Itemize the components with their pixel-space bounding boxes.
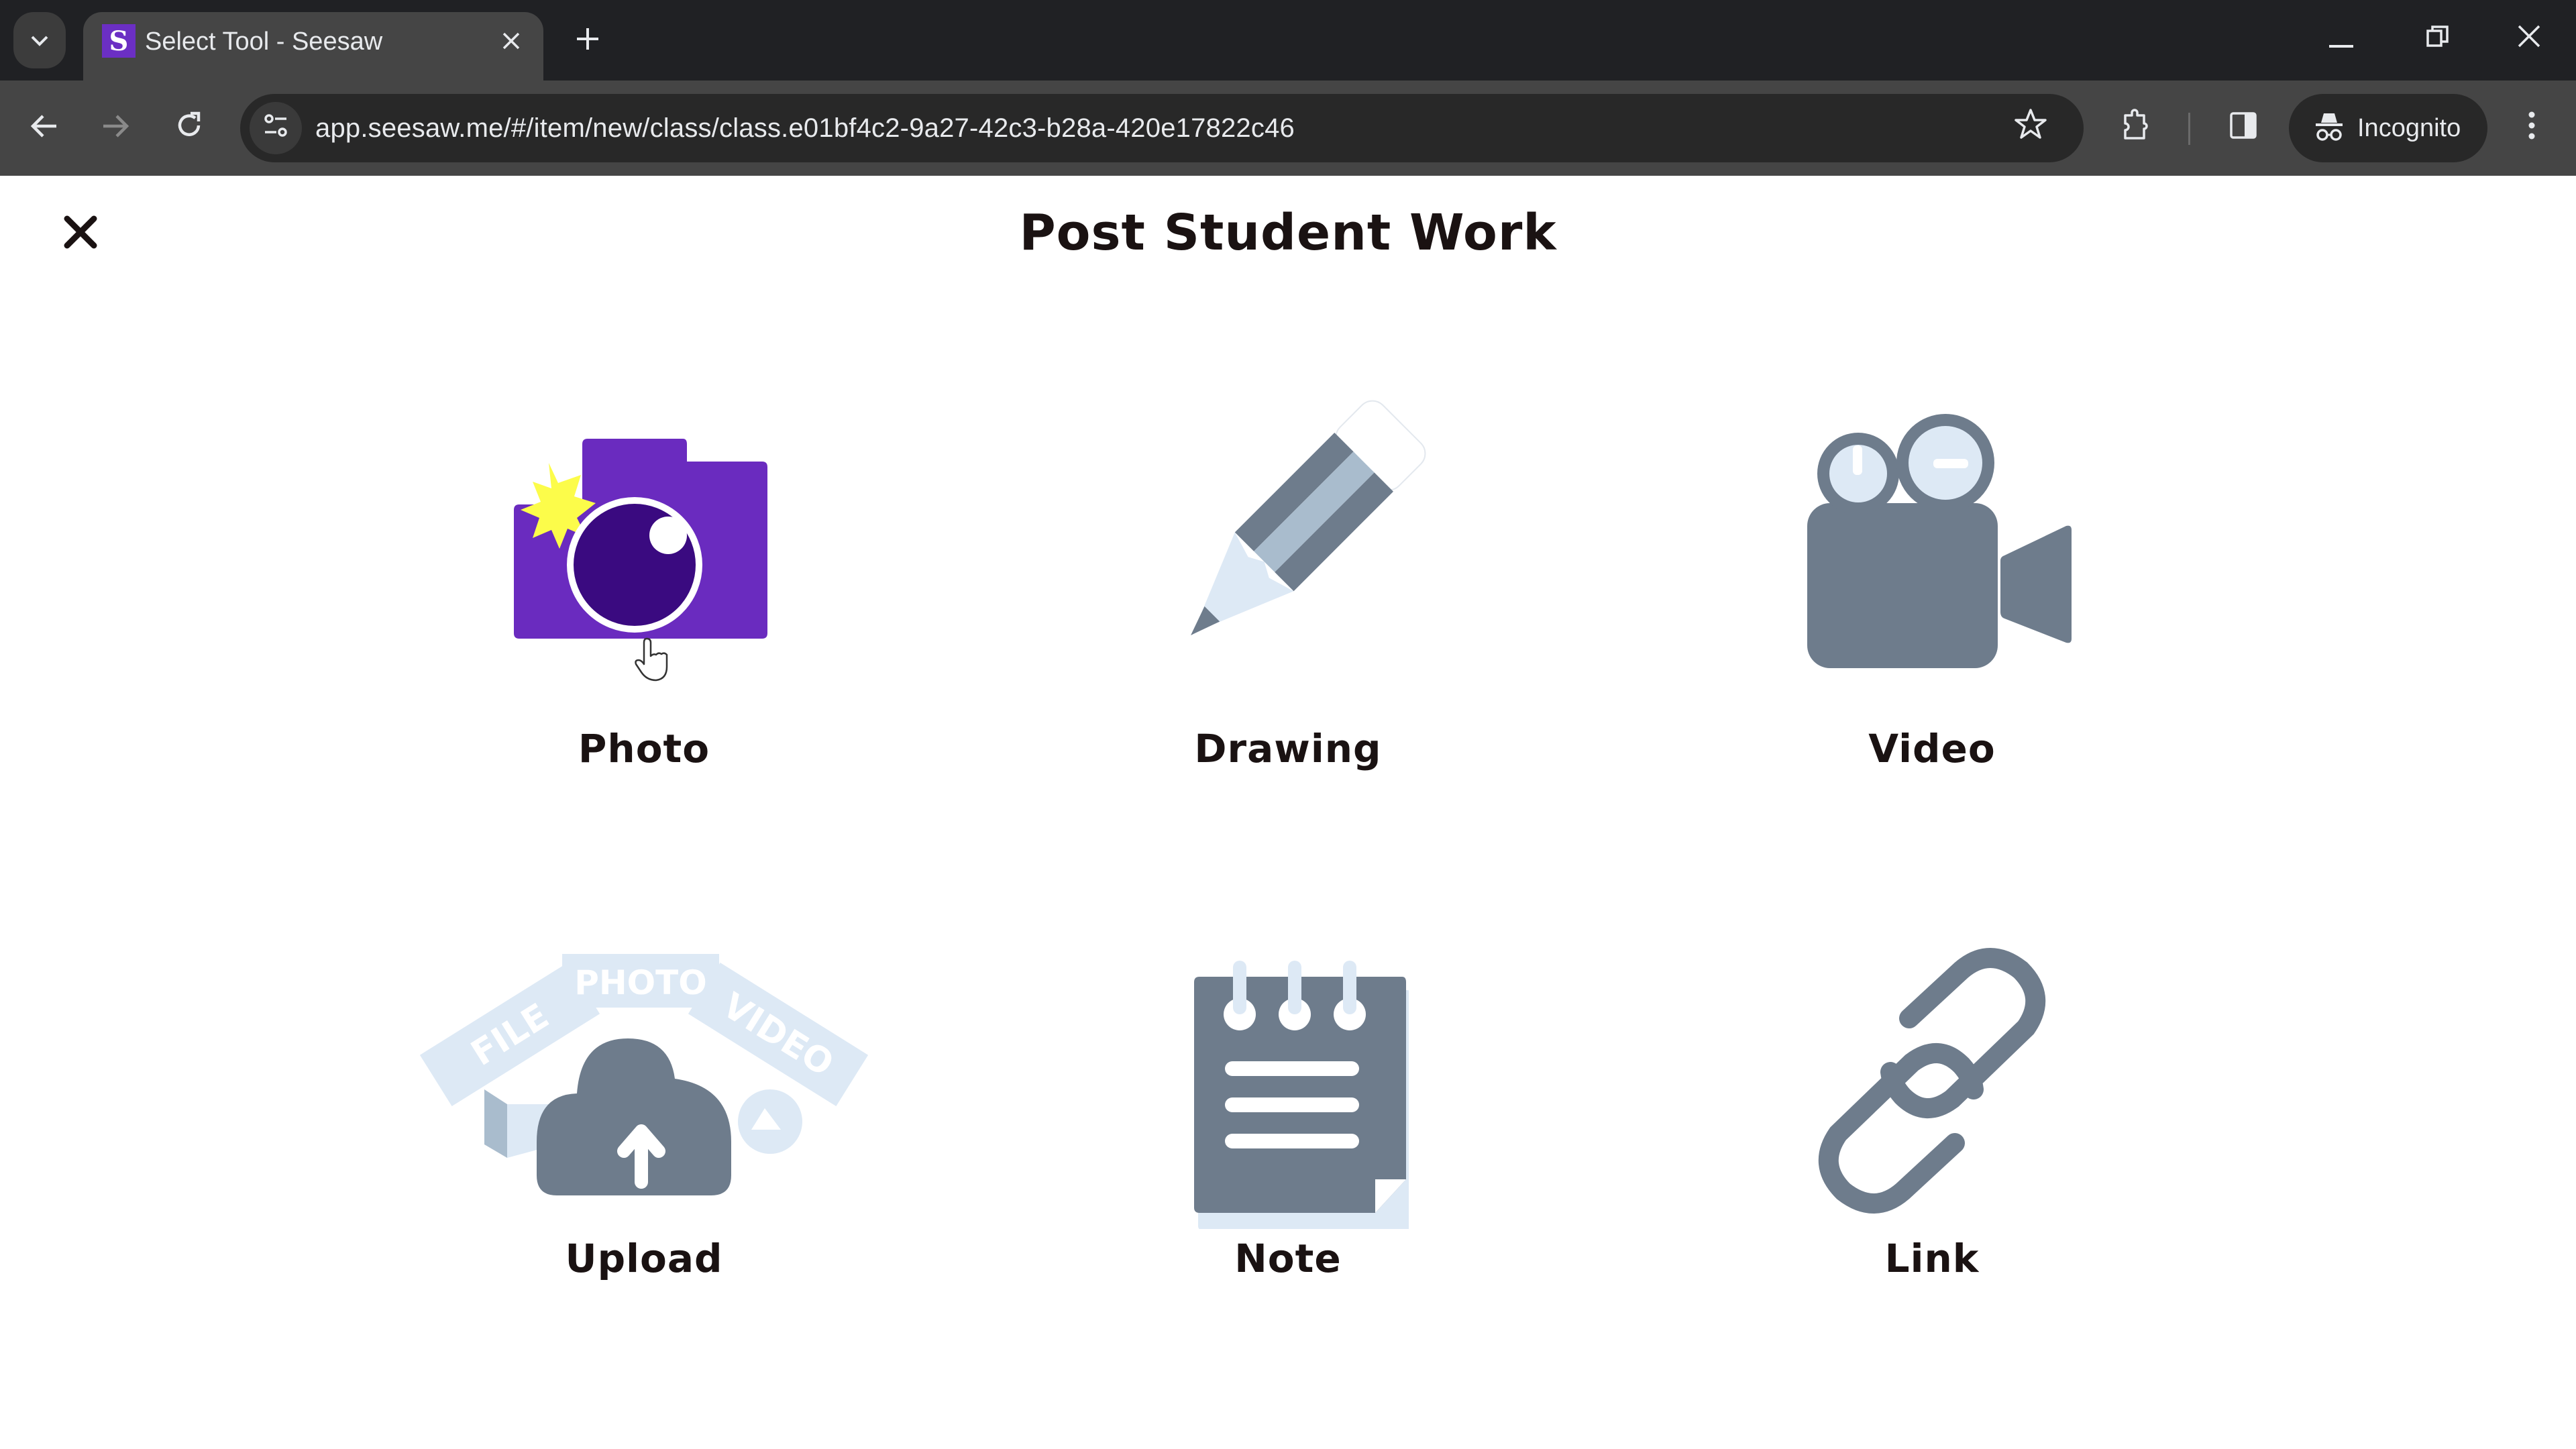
video-camera-icon	[1664, 364, 2200, 712]
tool-link[interactable]: Link	[1664, 914, 2200, 1383]
tool-label: Upload	[565, 1236, 723, 1281]
link-icon	[1664, 914, 2200, 1263]
tune-icon	[262, 112, 289, 144]
tool-drawing[interactable]: Drawing	[1020, 364, 1556, 833]
tool-note[interactable]: Note	[1020, 914, 1556, 1383]
forward-button[interactable]	[90, 103, 141, 154]
tool-video[interactable]: Video	[1664, 364, 2200, 833]
star-icon	[2014, 107, 2047, 149]
minimize-icon	[2329, 24, 2353, 55]
tool-upload[interactable]: FILE PHOTO VIDEO Upload	[376, 914, 912, 1383]
camera-icon	[376, 364, 912, 712]
browser-menu-button[interactable]	[2506, 103, 2557, 154]
window-close-button[interactable]	[2496, 9, 2563, 70]
puzzle-icon	[2121, 108, 2151, 150]
tool-label: Drawing	[1194, 726, 1382, 771]
address-bar[interactable]: app.seesaw.me/#/item/new/class/class.e01…	[240, 94, 2084, 162]
site-info-button[interactable]	[250, 102, 302, 154]
chevron-down-icon	[30, 27, 50, 54]
tool-label: Link	[1884, 1236, 1980, 1281]
toolbar-divider	[2188, 113, 2190, 145]
tool-photo[interactable]: Photo	[376, 364, 912, 833]
tab-close-button[interactable]	[491, 21, 531, 62]
browser-title-bar: S Select Tool - Seesaw	[0, 0, 2576, 80]
close-icon	[502, 26, 521, 57]
restore-button[interactable]	[2404, 9, 2471, 70]
minimize-button[interactable]	[2308, 9, 2375, 70]
reload-button[interactable]	[164, 103, 215, 154]
arrow-right-icon	[101, 111, 130, 147]
restore-icon	[2426, 24, 2450, 55]
badge-photo: PHOTO	[574, 963, 707, 1002]
side-panel-icon	[2229, 111, 2258, 148]
tab-title: Select Tool - Seesaw	[145, 28, 383, 56]
plus-icon	[574, 16, 601, 62]
incognito-label: Incognito	[2357, 113, 2461, 142]
seesaw-favicon-icon: S	[102, 24, 136, 58]
cloud-upload-icon: FILE PHOTO VIDEO	[376, 914, 912, 1263]
post-student-work-page: Post Student Work Photo Drawing Video FI…	[0, 176, 2576, 1449]
bookmark-button[interactable]	[2004, 102, 2057, 154]
tool-label: Note	[1234, 1236, 1342, 1281]
back-button[interactable]	[19, 103, 70, 154]
reload-icon	[174, 111, 204, 148]
page-title: Post Student Work	[1019, 204, 1557, 262]
tab-search-button[interactable]	[13, 12, 66, 68]
extensions-button[interactable]	[2110, 103, 2161, 154]
browser-tab[interactable]: S Select Tool - Seesaw	[83, 12, 543, 80]
close-icon	[2517, 24, 2541, 55]
tool-label: Photo	[578, 726, 710, 771]
side-panel-button[interactable]	[2218, 103, 2269, 154]
arrow-left-icon	[30, 111, 59, 147]
kebab-menu-icon	[2528, 111, 2536, 148]
incognito-icon	[2313, 111, 2345, 146]
new-tab-button[interactable]	[564, 15, 612, 63]
pencil-icon	[1020, 364, 1556, 712]
incognito-indicator[interactable]: Incognito	[2289, 94, 2487, 162]
notepad-icon	[1020, 914, 1556, 1263]
tool-label: Video	[1868, 726, 1996, 771]
url-text[interactable]: app.seesaw.me/#/item/new/class/class.e01…	[315, 94, 1295, 162]
browser-toolbar: app.seesaw.me/#/item/new/class/class.e01…	[0, 80, 2576, 176]
